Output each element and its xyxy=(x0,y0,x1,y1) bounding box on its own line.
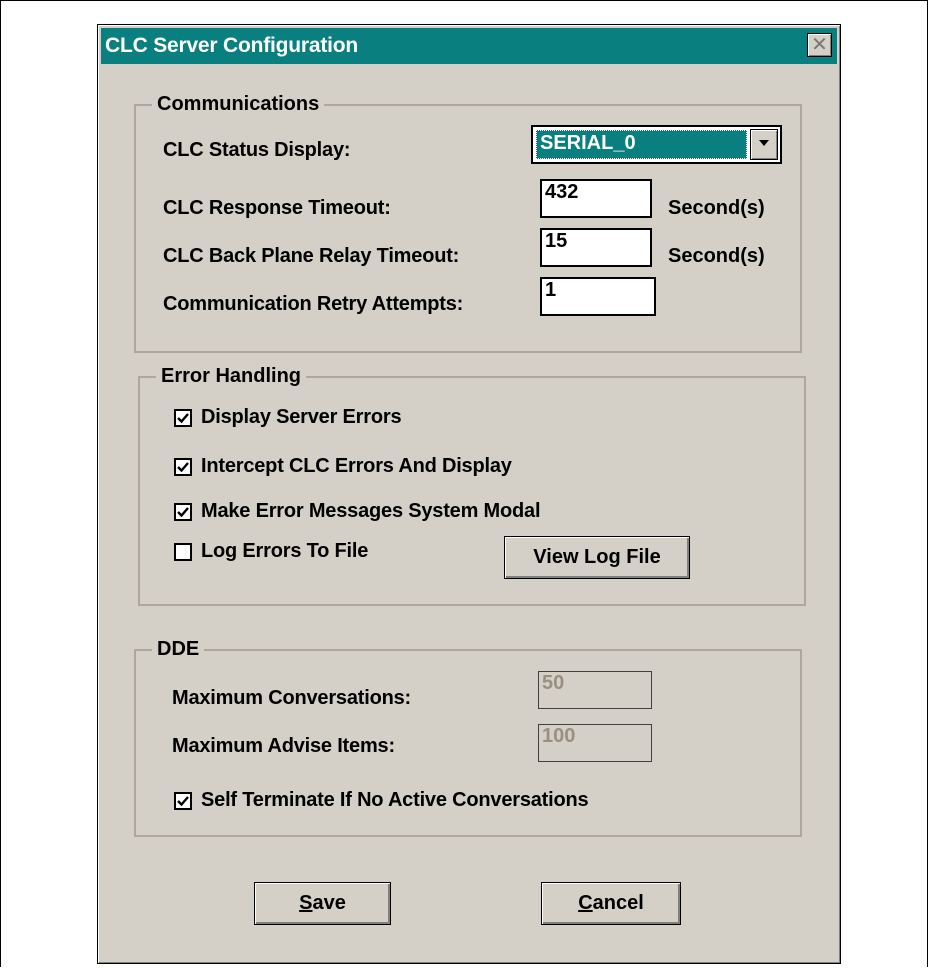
window-title: CLC Server Configuration xyxy=(105,34,359,57)
save-label: ave xyxy=(312,892,346,914)
checkmark-icon xyxy=(177,796,189,807)
status-display-label: CLC Status Display: xyxy=(163,139,351,161)
backplane-timeout-label: CLC Back Plane Relay Timeout: xyxy=(163,245,460,267)
backplane-timeout-unit: Second(s) xyxy=(668,245,765,267)
cancel-button[interactable]: Cancel xyxy=(541,882,681,925)
close-icon[interactable]: ✕ xyxy=(807,33,832,57)
status-display-dropdown[interactable]: SERIAL_0 xyxy=(531,125,782,164)
status-display-selected-value: SERIAL_0 xyxy=(536,130,747,159)
response-timeout-unit: Second(s) xyxy=(668,197,765,219)
log-errors-label[interactable]: Log Errors To File xyxy=(201,540,368,563)
view-log-file-button[interactable]: View Log File xyxy=(504,536,690,579)
title-bar[interactable]: CLC Server Configuration ✕ xyxy=(101,28,837,64)
response-timeout-label: CLC Response Timeout: xyxy=(163,197,391,219)
system-modal-checkbox[interactable] xyxy=(174,503,192,521)
backplane-timeout-input[interactable]: 15 xyxy=(540,228,652,267)
max-conversations-label: Maximum Conversations: xyxy=(172,687,411,709)
intercept-clc-errors-checkbox[interactable] xyxy=(174,458,192,476)
cancel-label: ancel xyxy=(592,892,644,914)
intercept-clc-errors-label[interactable]: Intercept CLC Errors And Display xyxy=(201,455,512,478)
checkmark-icon xyxy=(177,413,189,424)
self-terminate-label[interactable]: Self Terminate If No Active Conversation… xyxy=(201,789,589,812)
display-server-errors-label[interactable]: Display Server Errors xyxy=(201,406,402,429)
checkmark-icon xyxy=(177,507,189,518)
max-advise-label: Maximum Advise Items: xyxy=(172,735,395,757)
max-conversations-input[interactable]: 50 xyxy=(538,671,652,709)
retry-attempts-label: Communication Retry Attempts: xyxy=(163,293,464,315)
save-button[interactable]: Save xyxy=(254,882,391,925)
chevron-down-icon[interactable] xyxy=(750,129,778,160)
save-mnemonic: S xyxy=(299,892,313,914)
clc-server-configuration-dialog: CLC Server Configuration ✕ Communication… xyxy=(97,24,841,964)
communications-group-label: Communications xyxy=(152,93,325,115)
dde-group-label: DDE xyxy=(152,638,205,660)
log-errors-checkbox[interactable] xyxy=(174,543,192,561)
checkmark-icon xyxy=(177,462,189,473)
display-server-errors-checkbox[interactable] xyxy=(174,409,192,427)
response-timeout-input[interactable]: 432 xyxy=(540,179,652,218)
retry-attempts-input[interactable]: 1 xyxy=(540,277,656,316)
error-handling-group-label: Error Handling xyxy=(156,365,307,387)
max-advise-input[interactable]: 100 xyxy=(538,724,652,762)
cancel-mnemonic: C xyxy=(578,892,593,914)
system-modal-label[interactable]: Make Error Messages System Modal xyxy=(201,500,541,523)
self-terminate-checkbox[interactable] xyxy=(174,792,192,810)
